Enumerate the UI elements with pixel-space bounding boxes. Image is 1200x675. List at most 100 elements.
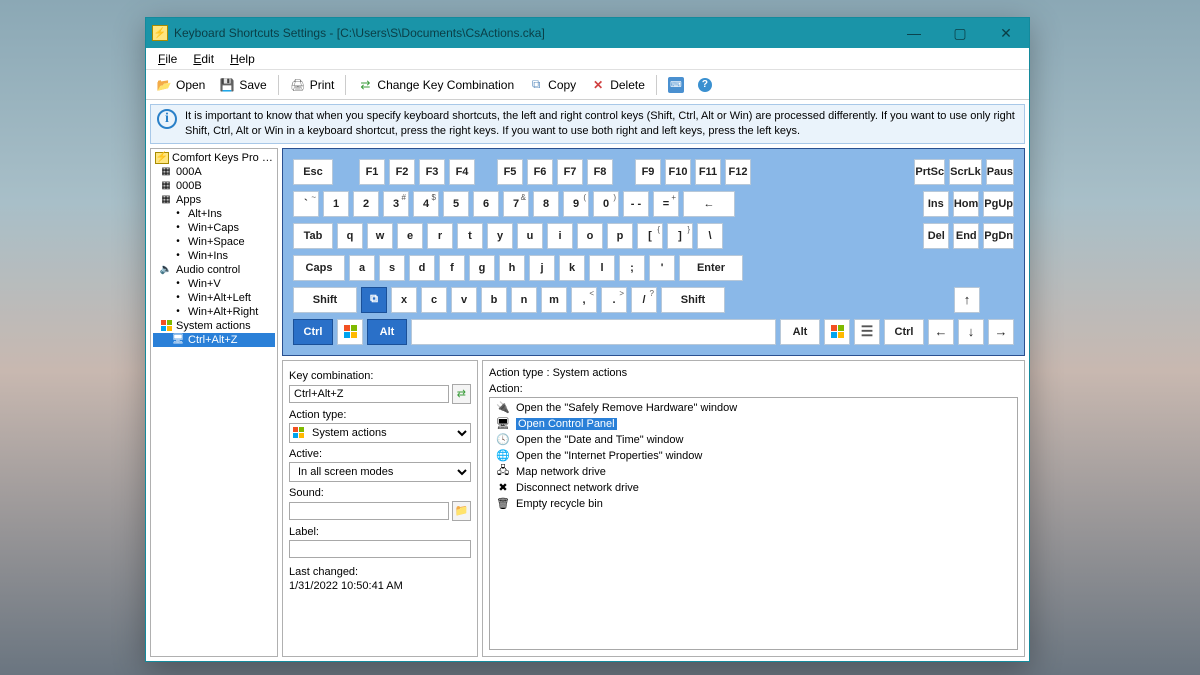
- key[interactable]: o: [577, 223, 603, 249]
- key-arrow-up[interactable]: ↑: [954, 287, 980, 313]
- key[interactable]: 6: [473, 191, 499, 217]
- key[interactable]: PgUp: [983, 191, 1014, 217]
- key[interactable]: F8: [587, 159, 613, 185]
- key[interactable]: ': [649, 255, 675, 281]
- key[interactable]: F11: [695, 159, 721, 185]
- key-z[interactable]: ⧉: [361, 287, 387, 313]
- label-input[interactable]: [289, 540, 471, 558]
- copy-button[interactable]: ⧉Copy: [522, 74, 582, 96]
- key[interactable]: 4$: [413, 191, 439, 217]
- key[interactable]: p: [607, 223, 633, 249]
- key[interactable]: ;: [619, 255, 645, 281]
- key[interactable]: ]}: [667, 223, 693, 249]
- key[interactable]: w: [367, 223, 393, 249]
- key[interactable]: F1: [359, 159, 385, 185]
- key[interactable]: - -: [623, 191, 649, 217]
- action-item[interactable]: 🖧Map network drive: [492, 464, 1015, 480]
- key-alt-right[interactable]: Alt: [780, 319, 820, 345]
- menu-edit[interactable]: Edit: [185, 50, 222, 68]
- tree-item[interactable]: •Win+V: [153, 277, 275, 291]
- action-item[interactable]: ✖Disconnect network drive: [492, 480, 1015, 496]
- browse-sound-button[interactable]: 📁: [452, 501, 471, 521]
- key-arrow-left[interactable]: ←: [928, 319, 954, 345]
- tree-pane[interactable]: ⚡ Comfort Keys Pro actions ▦000A▦000B▦Ap…: [150, 148, 278, 657]
- tree-item[interactable]: •Win+Ins: [153, 249, 275, 263]
- key[interactable]: PrtSc: [914, 159, 945, 185]
- key[interactable]: s: [379, 255, 405, 281]
- key-space[interactable]: [411, 319, 776, 345]
- key-shift-left[interactable]: Shift: [293, 287, 357, 313]
- key[interactable]: j: [529, 255, 555, 281]
- open-button[interactable]: 📂Open: [150, 74, 211, 96]
- key[interactable]: \: [697, 223, 723, 249]
- tree-group[interactable]: ▦000B: [153, 179, 275, 193]
- key-win[interactable]: [337, 319, 363, 345]
- key[interactable]: 7&: [503, 191, 529, 217]
- key-win[interactable]: [824, 319, 850, 345]
- action-item[interactable]: 🌐Open the "Internet Properties" window: [492, 448, 1015, 464]
- maximize-button[interactable]: ▢: [937, 18, 983, 48]
- tree-item[interactable]: •Win+Caps: [153, 221, 275, 235]
- edit-combination-button[interactable]: ⇄: [452, 384, 471, 404]
- key[interactable]: n: [511, 287, 537, 313]
- key-arrow-right[interactable]: →: [988, 319, 1014, 345]
- key-ctrl-right[interactable]: Ctrl: [884, 319, 924, 345]
- save-button[interactable]: 💾Save: [213, 74, 272, 96]
- key[interactable]: l: [589, 255, 615, 281]
- action-item[interactable]: 🗑Empty recycle bin: [492, 496, 1015, 512]
- key-combination-input[interactable]: [289, 385, 449, 403]
- key[interactable]: a: [349, 255, 375, 281]
- key[interactable]: F2: [389, 159, 415, 185]
- key[interactable]: F3: [419, 159, 445, 185]
- key[interactable]: /?: [631, 287, 657, 313]
- key-shift-right[interactable]: Shift: [661, 287, 725, 313]
- key-ctrl-left[interactable]: Ctrl: [293, 319, 333, 345]
- key[interactable]: c: [421, 287, 447, 313]
- key[interactable]: ScrLk: [949, 159, 982, 185]
- key[interactable]: r: [427, 223, 453, 249]
- key[interactable]: Del: [923, 223, 949, 249]
- key[interactable]: Ins: [923, 191, 949, 217]
- key[interactable]: =+: [653, 191, 679, 217]
- key[interactable]: k: [559, 255, 585, 281]
- tree-item[interactable]: •Win+Alt+Right: [153, 305, 275, 319]
- keyboard-button[interactable]: ⌨: [662, 74, 690, 96]
- key[interactable]: u: [517, 223, 543, 249]
- key[interactable]: 9(: [563, 191, 589, 217]
- key-enter[interactable]: Enter: [679, 255, 743, 281]
- key[interactable]: f: [439, 255, 465, 281]
- tree-item[interactable]: •Alt+Ins: [153, 207, 275, 221]
- tree-group[interactable]: System actions: [153, 319, 275, 333]
- action-type-select[interactable]: System actions: [289, 423, 471, 443]
- key[interactable]: y: [487, 223, 513, 249]
- menu-help[interactable]: Help: [222, 50, 263, 68]
- help-button[interactable]: ?: [692, 75, 718, 95]
- key[interactable]: x: [391, 287, 417, 313]
- tree-item[interactable]: 🖥Ctrl+Alt+Z: [153, 333, 275, 347]
- active-select[interactable]: In all screen modes: [289, 462, 471, 482]
- sound-input[interactable]: [289, 502, 449, 520]
- tree-item[interactable]: •Win+Space: [153, 235, 275, 249]
- key[interactable]: 5: [443, 191, 469, 217]
- delete-button[interactable]: ✕Delete: [584, 74, 651, 96]
- key[interactable]: F12: [725, 159, 751, 185]
- key[interactable]: g: [469, 255, 495, 281]
- key[interactable]: m: [541, 287, 567, 313]
- key[interactable]: 3#: [383, 191, 409, 217]
- key[interactable]: F6: [527, 159, 553, 185]
- key[interactable]: Paus: [986, 159, 1014, 185]
- key[interactable]: `~: [293, 191, 319, 217]
- key[interactable]: .>: [601, 287, 627, 313]
- key[interactable]: F10: [665, 159, 691, 185]
- key[interactable]: 1: [323, 191, 349, 217]
- action-item[interactable]: 🕓Open the "Date and Time" window: [492, 432, 1015, 448]
- key[interactable]: End: [953, 223, 979, 249]
- tree-group[interactable]: 🔈Audio control: [153, 263, 275, 277]
- key[interactable]: [{: [637, 223, 663, 249]
- key[interactable]: F9: [635, 159, 661, 185]
- key[interactable]: F4: [449, 159, 475, 185]
- key[interactable]: PgDn: [983, 223, 1014, 249]
- key[interactable]: b: [481, 287, 507, 313]
- key-alt-left[interactable]: Alt: [367, 319, 407, 345]
- close-button[interactable]: ✕: [983, 18, 1029, 48]
